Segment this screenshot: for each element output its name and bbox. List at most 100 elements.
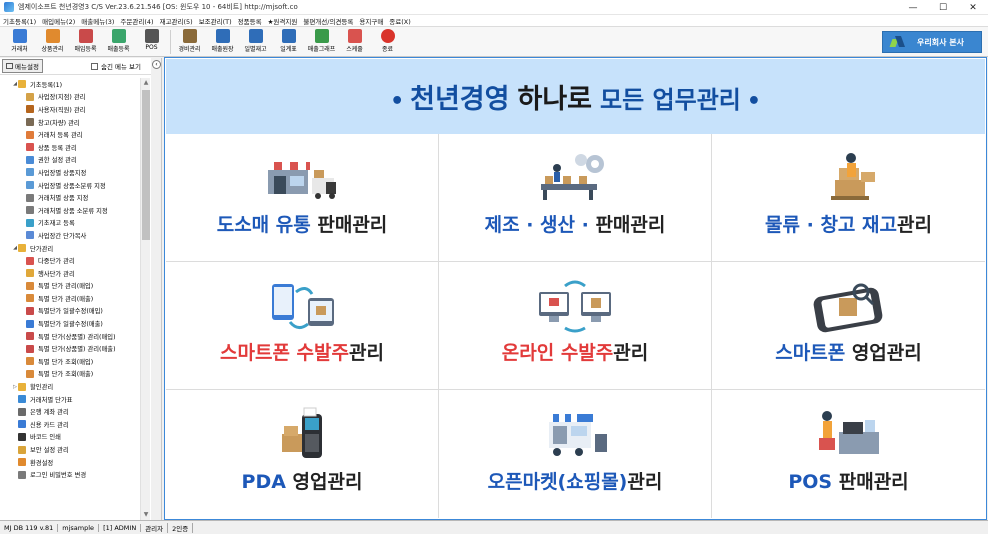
tree-item[interactable]: 환경설정	[0, 456, 140, 469]
tree-item[interactable]: 로그인 비밀번호 변경	[0, 468, 140, 481]
expense-icon	[182, 29, 197, 43]
banner-title: • 천년경영 하나로 모든 업무관리 •	[384, 77, 767, 116]
feature-tile-logistics[interactable]: 물류 · 창고 재고관리	[712, 134, 985, 262]
collapse-left-icon[interactable]: ‹	[152, 60, 161, 69]
menu-item[interactable]: 매출메뉴(3)	[78, 16, 117, 26]
tree-item[interactable]: 특별단가 일괄수정(매입)	[0, 305, 140, 318]
tree-item[interactable]: 사업장간 단가복사	[0, 229, 140, 242]
tree-item[interactable]: 특별단가 일괄수정(매출)	[0, 317, 140, 330]
toolbar-button-label: POS	[145, 44, 158, 51]
feature-tile-manufacturing[interactable]: 제조 · 생산 · 판매관리	[439, 134, 712, 262]
sidebar-scrollbar[interactable]: ▲ ▼	[140, 78, 150, 520]
tree-item[interactable]: 특별 단가 조회(매출)	[0, 368, 140, 381]
toolbar-button[interactable]: POS	[135, 27, 168, 57]
banner: • 천년경영 하나로 모든 업무관리 •	[166, 59, 985, 134]
feature-tile-smartphone-sales[interactable]: 스마트폰 영업관리	[712, 262, 985, 390]
tree-item[interactable]: 거래처 등록 관리	[0, 128, 140, 141]
feature-tile-openmarket[interactable]: 오픈마켓(쇼핑몰)관리	[439, 390, 712, 518]
menu-item[interactable]: 매입메뉴(2)	[39, 16, 78, 26]
tree-item[interactable]: 사업장별 상품지정	[0, 166, 140, 179]
toolbar-button[interactable]: 상품관리	[36, 27, 69, 57]
menu-item[interactable]: 기초등록(1)	[0, 16, 39, 26]
settings-icon	[6, 63, 13, 69]
tree-item[interactable]: 거래처별 상품 소분류 지정	[0, 204, 140, 217]
tree-item[interactable]: 권한 설정 관리	[0, 154, 140, 167]
tree-item[interactable]: 특별 단가(상품별) 관리(매출)	[0, 342, 140, 355]
minimize-button[interactable]: —	[898, 0, 928, 15]
menu-item[interactable]: 정품등록	[235, 16, 265, 26]
menu-item-icon	[18, 445, 26, 454]
tree-item[interactable]: 상품 등록 관리	[0, 141, 140, 154]
tree-item[interactable]: 다중단가 관리	[0, 254, 140, 267]
menu-item[interactable]: 용지구매	[356, 16, 386, 26]
menu-item[interactable]: 보조관리(T)	[196, 16, 235, 26]
tree-item[interactable]: 거래처별 상품 지정	[0, 191, 140, 204]
menu-item[interactable]: 주문관리(4)	[117, 16, 156, 26]
menu-item[interactable]: 재고관리(5)	[157, 16, 196, 26]
feature-tile-online-order[interactable]: 온라인 수발주관리	[439, 262, 712, 390]
hide-menu-checkbox[interactable]: 숨긴 메뉴 보기	[90, 61, 141, 71]
tree-item[interactable]: 거래처별 단가표	[0, 393, 140, 406]
tree-item-label: 특별 단가 조회(매입)	[38, 358, 94, 366]
power-icon	[380, 29, 395, 43]
toolbar-button[interactable]: 스케줄	[338, 27, 371, 57]
tree-item[interactable]: 보안 설정 관리	[0, 443, 140, 456]
scroll-up-icon[interactable]: ▲	[142, 79, 150, 87]
menu-item-icon	[26, 369, 34, 378]
toolbar-button[interactable]: 매입등록	[69, 27, 102, 57]
scroll-down-icon[interactable]: ▼	[142, 511, 150, 519]
tree-item[interactable]: 특별 단가 조회(매입)	[0, 355, 140, 368]
menu-item-icon	[18, 420, 26, 429]
maximize-button[interactable]: ☐	[928, 0, 958, 15]
menu-item[interactable]: 불편개선/의견등록	[300, 16, 356, 26]
tree-item[interactable]: ◢ 단가관리	[0, 242, 140, 255]
tree-item[interactable]: 은행 계좌 관리	[0, 405, 140, 418]
tree-item-label: 특별단가 일괄수정(매입)	[38, 308, 103, 316]
tree-item[interactable]: 사용자(직원) 관리	[0, 103, 140, 116]
close-button[interactable]: ✕	[958, 0, 988, 15]
tree-item[interactable]: 행사단가 관리	[0, 267, 140, 280]
tree-item[interactable]: ◢ 기초등록(1)	[0, 78, 140, 91]
toolbar-button[interactable]: 일계표	[272, 27, 305, 57]
toolbar-button[interactable]: 매출그래프	[305, 27, 338, 57]
toolbar-button[interactable]: 매출원장	[206, 27, 239, 57]
menu-settings-button[interactable]: 메뉴설정	[2, 59, 43, 73]
tree-item[interactable]: 사업장(지점) 관리	[0, 91, 140, 104]
tree-item[interactable]: 신용 카드 관리	[0, 418, 140, 431]
tree-item[interactable]: 기초재고 등록	[0, 217, 140, 230]
status-field: mjsample	[58, 523, 100, 532]
feature-grid: 도소매 유통 판매관리 제조 · 생산 · 판매관리 물류 · 창고 재고관리 스마트…	[166, 134, 985, 518]
menu-item-icon	[26, 269, 34, 278]
customer-icon	[12, 29, 27, 43]
toolbar-button[interactable]: 경비관리	[173, 27, 206, 57]
menu-item[interactable]: 종료(X)	[386, 16, 414, 26]
toolbar-button[interactable]: 거래처	[3, 27, 36, 57]
tree-item[interactable]: 특별 단가 관리(매입)	[0, 280, 140, 293]
tree-item[interactable]: 사업장별 상품소분류 지정	[0, 179, 140, 192]
tree-item[interactable]: 바코드 인쇄	[0, 431, 140, 444]
status-field: [1] ADMIN	[99, 523, 142, 532]
toolbar-button[interactable]: 매출등록	[102, 27, 135, 57]
menu-item-icon	[18, 407, 26, 416]
tree-item[interactable]: ▷ 할인관리	[0, 380, 140, 393]
checkbox-box[interactable]	[90, 62, 98, 70]
feature-tile-wholesale[interactable]: 도소매 유통 판매관리	[166, 134, 439, 262]
caption-part: 관리	[627, 471, 663, 493]
caption-part: 판매관리	[838, 471, 909, 493]
menu-item[interactable]: ★원격지원	[265, 16, 301, 26]
scrollbar-thumb[interactable]	[142, 90, 150, 240]
sidebar: 메뉴설정 숨긴 메뉴 보기 ◢ 기초등록(1) 사업장(지점) 관리 사용자(직원) …	[0, 58, 152, 520]
tree-item-label: 신용 카드 관리	[30, 421, 69, 429]
toolbar-button[interactable]: 종료	[371, 27, 404, 57]
tree-item[interactable]: 특별 단가(상품별) 관리(매입)	[0, 330, 140, 343]
headquarters-button[interactable]: 우리회사 본사	[882, 31, 982, 53]
feature-tile-smartphone-order[interactable]: 스마트폰 수발주관리	[166, 262, 439, 390]
feature-tile-pos[interactable]: POS 판매관리	[712, 390, 985, 518]
toolbar-button[interactable]: 일별재고	[239, 27, 272, 57]
menu-item-icon	[26, 155, 34, 164]
tree-item[interactable]: 특별 단가 관리(매출)	[0, 292, 140, 305]
tree-item[interactable]: 창고(차량) 관리	[0, 116, 140, 129]
menu-item-icon	[26, 168, 34, 177]
sidebar-collapse: ‹	[151, 58, 162, 520]
feature-tile-pda[interactable]: PDA 영업관리	[166, 390, 439, 518]
